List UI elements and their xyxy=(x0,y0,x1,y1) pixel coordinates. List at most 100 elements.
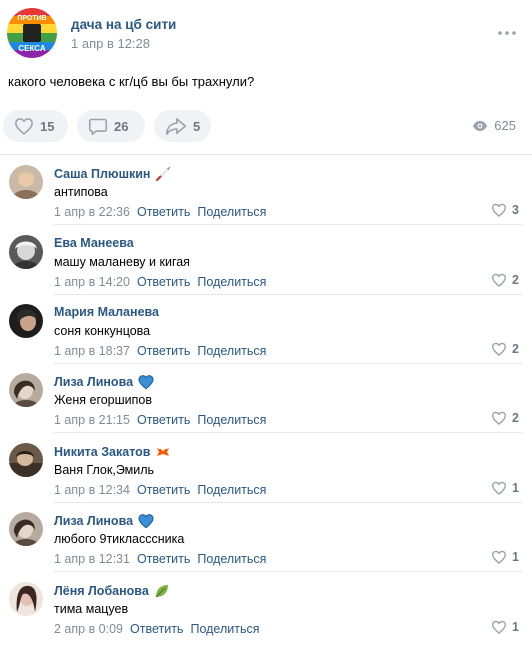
avatar[interactable] xyxy=(9,582,43,616)
author-name: Лиза Линова xyxy=(54,514,134,528)
comment-like-button[interactable]: 1 xyxy=(491,620,519,634)
comment-like-count: 1 xyxy=(512,620,519,634)
heart-icon xyxy=(491,203,507,217)
comment-like-count: 1 xyxy=(512,550,519,564)
author-name: Лёня Лобанова xyxy=(54,584,149,598)
author-name: Саша Плюшкин xyxy=(54,167,151,181)
post-text: какого человека с кг/цб вы бы трахнули? xyxy=(8,74,255,89)
post-date[interactable]: 1 апр в 12:28 xyxy=(71,36,150,51)
group-avatar[interactable]: ПРОТИВ СЕКСА xyxy=(7,8,57,58)
share-comment-button[interactable]: Поделиться xyxy=(197,275,266,289)
share-comment-button[interactable]: Поделиться xyxy=(197,344,266,358)
comment-date[interactable]: 1 апр в 21:15 xyxy=(54,413,130,427)
comment-icon xyxy=(88,118,108,135)
comment-text: антипова xyxy=(54,185,108,199)
reply-button[interactable]: Ответить xyxy=(137,483,190,497)
comment-like-button[interactable]: 3 xyxy=(491,203,519,217)
more-options-icon[interactable] xyxy=(497,26,517,40)
share-comment-button[interactable]: Поделиться xyxy=(197,205,266,219)
comment-item: Ева Манеева машу маланеву и кигая 1 апр … xyxy=(0,225,532,295)
comment-date[interactable]: 1 апр в 12:31 xyxy=(54,552,130,566)
comment-meta: 1 апр в 12:34 Ответить Поделиться xyxy=(54,483,266,497)
reply-button[interactable]: Ответить xyxy=(137,205,190,219)
reply-button[interactable]: Ответить xyxy=(130,622,183,636)
comment-text: соня конкунцова xyxy=(54,324,151,338)
reply-button[interactable]: Ответить xyxy=(137,275,190,289)
heart-icon xyxy=(491,342,507,356)
comment-meta: 1 апр в 18:37 Ответить Поделиться xyxy=(54,344,266,358)
comment-button[interactable]: 26 xyxy=(77,110,145,142)
comment-text: любого 9тикласссника xyxy=(54,532,185,546)
comment-like-button[interactable]: 2 xyxy=(491,342,519,356)
comment-author[interactable]: Лиза Линова xyxy=(54,513,154,529)
heart-icon xyxy=(491,411,507,425)
comment-like-button[interactable]: 1 xyxy=(491,481,519,495)
author-name: Никита Закатов xyxy=(54,445,151,459)
avatar[interactable] xyxy=(9,235,43,269)
avatar-text-top: ПРОТИВ xyxy=(17,15,46,22)
comment-author[interactable]: Лиза Линова xyxy=(54,374,154,390)
author-name: Мария Маланева xyxy=(54,305,159,319)
comment-text: Женя егоршипов xyxy=(54,393,152,407)
comment-author[interactable]: Лёня Лобанова xyxy=(54,583,170,599)
comment-author[interactable]: Ева Манеева xyxy=(54,236,134,250)
comment-like-button[interactable]: 2 xyxy=(491,411,519,425)
reply-button[interactable]: Ответить xyxy=(137,344,190,358)
reply-button[interactable]: Ответить xyxy=(137,413,190,427)
avatar[interactable] xyxy=(9,443,43,477)
comment-meta: 1 апр в 12:31 Ответить Поделиться xyxy=(54,552,266,566)
comment-text: Ваня Глок,Эмиль xyxy=(54,463,155,477)
heart-icon xyxy=(491,550,507,564)
fnatic-icon xyxy=(155,444,171,460)
post-header: ПРОТИВ СЕКСА дача на цб сити 1 апр в 12:… xyxy=(7,8,525,60)
post-actions: 15 26 5 625 xyxy=(3,110,523,142)
comment-date[interactable]: 1 апр в 22:36 xyxy=(54,205,130,219)
heart-icon xyxy=(491,620,507,634)
comment-text: тима мацуев xyxy=(54,602,129,616)
eye-icon xyxy=(473,120,488,131)
comment-item: Лёня Лобанова тима мацуев 2 апр в 0:09 От… xyxy=(0,572,532,642)
share-count: 5 xyxy=(193,118,201,134)
avatar[interactable] xyxy=(9,165,43,199)
comment-date[interactable]: 2 апр в 0:09 xyxy=(54,622,123,636)
comment-like-count: 1 xyxy=(512,481,519,495)
comment-like-button[interactable]: 2 xyxy=(491,273,519,287)
comment-author[interactable]: Мария Маланева xyxy=(54,305,159,319)
comment-like-button[interactable]: 1 xyxy=(491,550,519,564)
heart-icon xyxy=(15,118,33,135)
comment-date[interactable]: 1 апр в 12:34 xyxy=(54,483,130,497)
share-comment-button[interactable]: Поделиться xyxy=(197,413,266,427)
share-icon xyxy=(165,117,187,135)
comment-item: Лиза Линова любого 9тикласссника 1 апр в… xyxy=(0,502,532,572)
blue-heart-icon xyxy=(138,374,154,390)
comment-like-count: 2 xyxy=(512,273,519,287)
comment-author[interactable]: Саша Плюшкин xyxy=(54,166,171,182)
reply-button[interactable]: Ответить xyxy=(137,552,190,566)
comment-meta: 1 апр в 21:15 Ответить Поделиться xyxy=(54,413,266,427)
share-button[interactable]: 5 xyxy=(154,110,211,142)
comment-like-count: 2 xyxy=(512,342,519,356)
comment-author[interactable]: Никита Закатов xyxy=(54,444,171,460)
comment-date[interactable]: 1 апр в 14:20 xyxy=(54,275,130,289)
comment-meta: 2 апр в 0:09 Ответить Поделиться xyxy=(54,622,259,636)
avatar[interactable] xyxy=(9,304,43,338)
comment-meta: 1 апр в 22:36 Ответить Поделиться xyxy=(54,205,266,219)
comment-date[interactable]: 1 апр в 18:37 xyxy=(54,344,130,358)
comment-count: 26 xyxy=(114,118,129,134)
syringe-icon xyxy=(155,166,171,182)
share-comment-button[interactable]: Поделиться xyxy=(197,483,266,497)
heart-icon xyxy=(491,481,507,495)
like-button[interactable]: 15 xyxy=(3,110,68,142)
avatar[interactable] xyxy=(9,512,43,546)
like-count: 15 xyxy=(40,118,55,134)
avatar-text-bottom: СЕКСА xyxy=(18,44,45,53)
share-comment-button[interactable]: Поделиться xyxy=(190,622,259,636)
author-name: Лиза Линова xyxy=(54,375,134,389)
comment-item: Никита Закатов Ваня Глок,Эмиль 1 апр в 1… xyxy=(0,433,532,503)
comment-item: Лиза Линова Женя егоршипов 1 апр в 21:15… xyxy=(0,363,532,433)
share-comment-button[interactable]: Поделиться xyxy=(197,552,266,566)
group-name[interactable]: дача на цб сити xyxy=(71,17,176,32)
views-count: 625 xyxy=(494,118,516,133)
leaf-icon xyxy=(154,583,170,599)
avatar[interactable] xyxy=(9,373,43,407)
